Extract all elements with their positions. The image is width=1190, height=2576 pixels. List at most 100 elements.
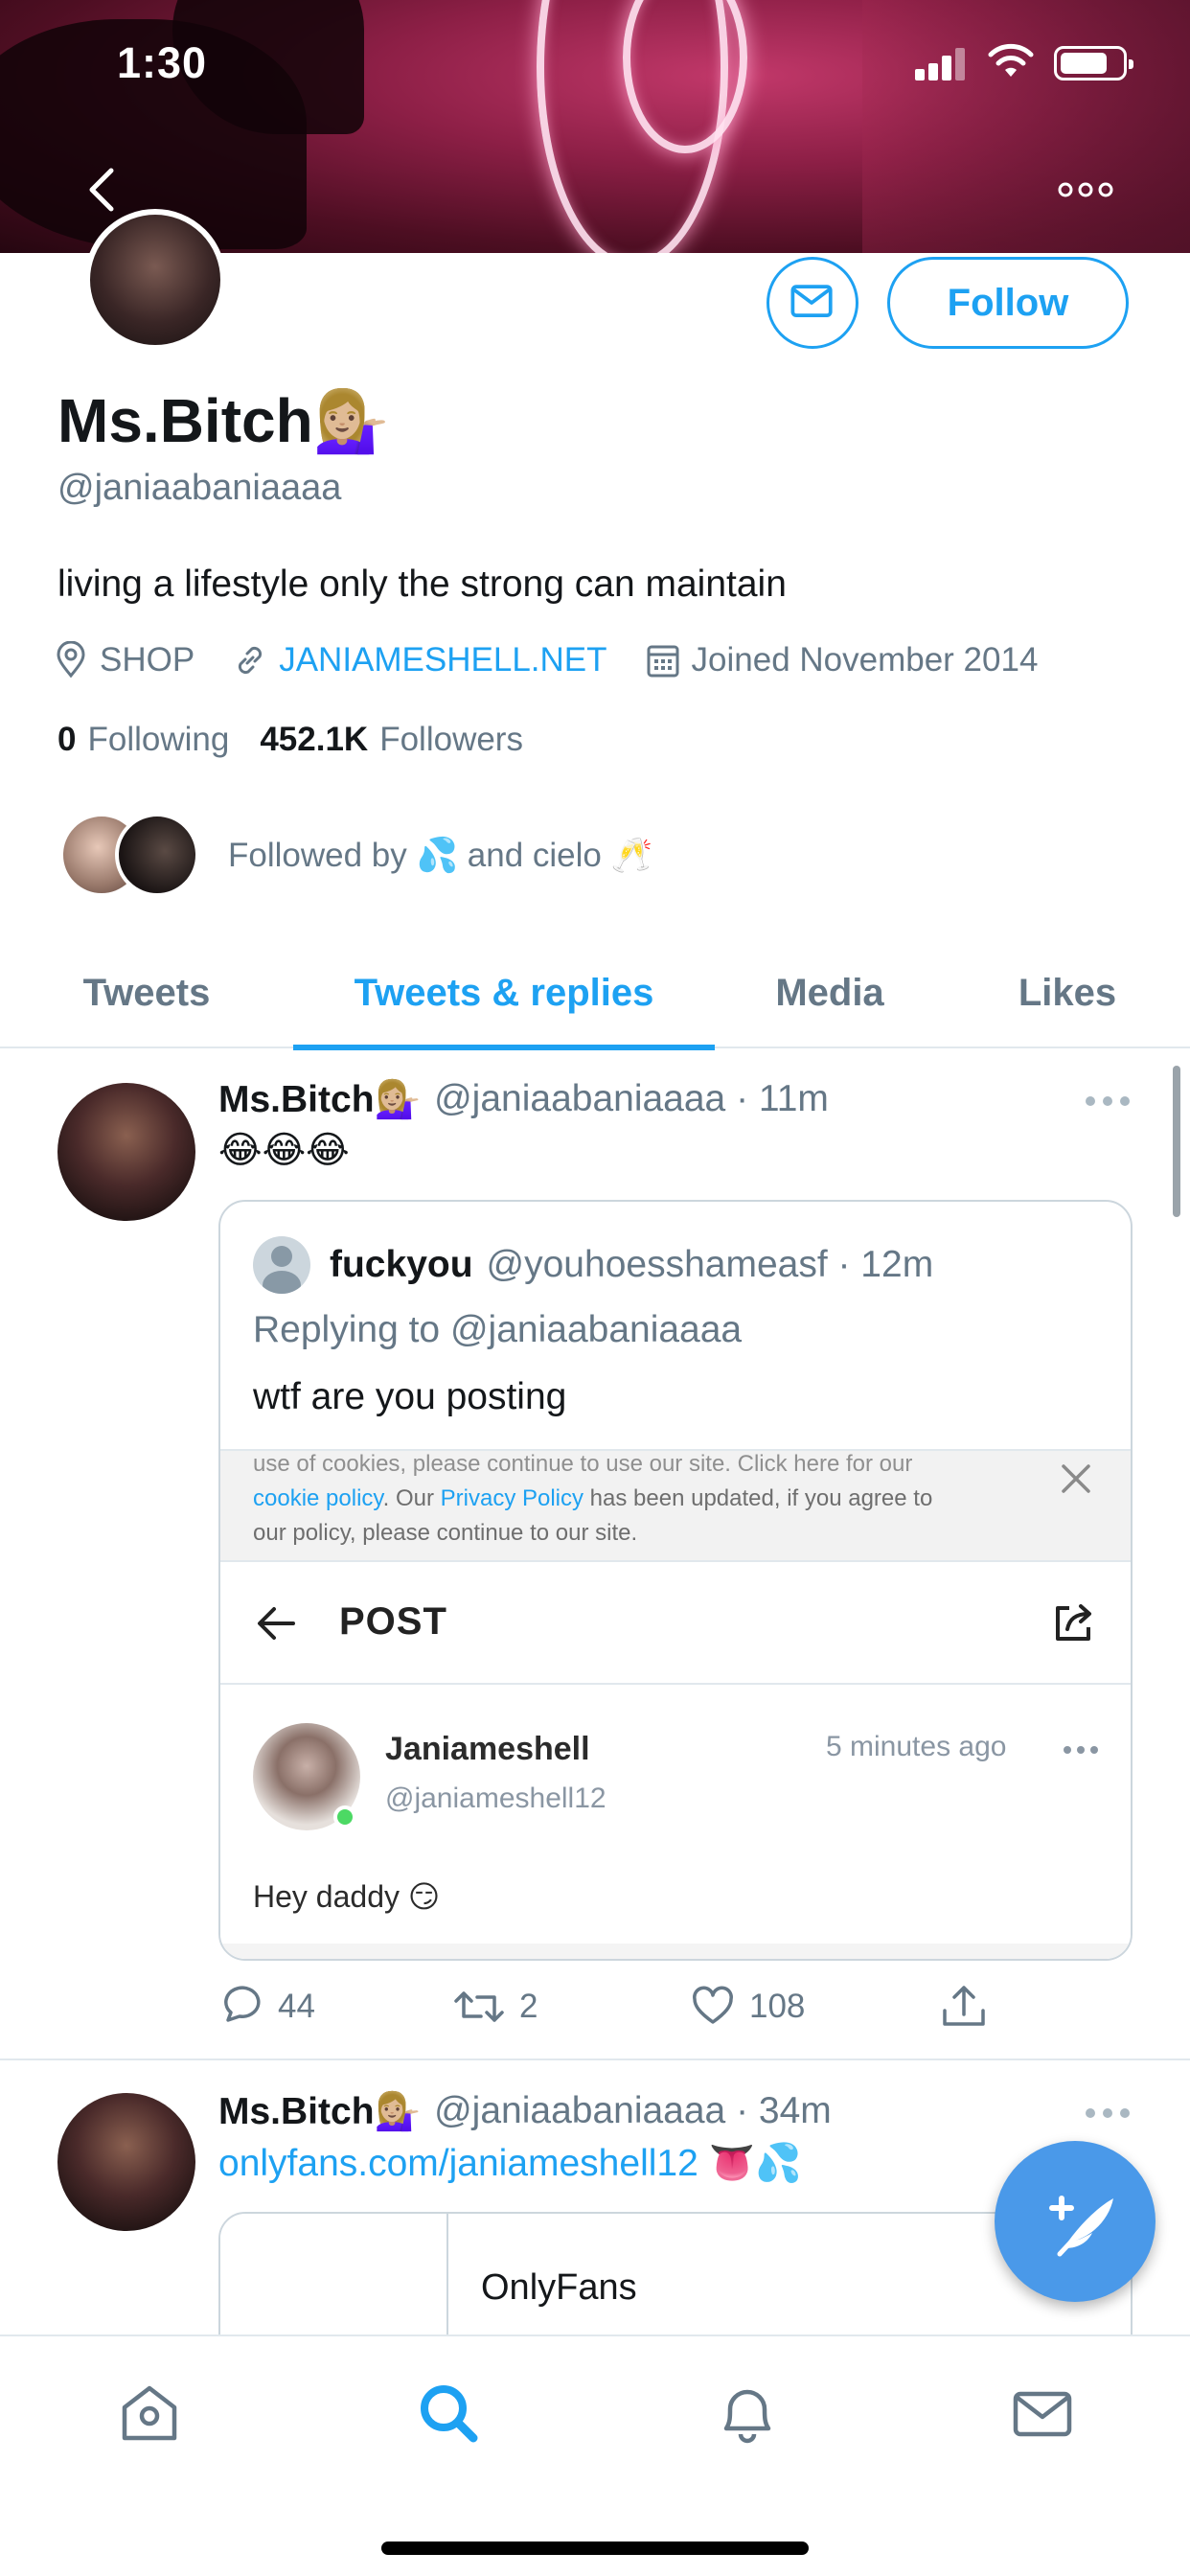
tweet-emoji: 👅💦: [698, 2143, 802, 2184]
like-icon: [693, 1986, 733, 2024]
close-icon: [1062, 1464, 1090, 1493]
quoted-tweet-header: fuckyou @youhoesshameasf · 12m: [253, 1236, 933, 1294]
profile-meta: SHOP JANIAMESHELL.NET Joined November 20…: [54, 638, 1076, 682]
cookie-line-1: use of cookies, please continue to use o…: [253, 1451, 913, 1477]
profile-joined: Joined November 2014: [646, 641, 1039, 679]
tweet-actions: 44 2 108: [218, 1978, 1042, 2036]
battery-icon: [1054, 46, 1133, 80]
tweet-more-icon[interactable]: [1083, 1087, 1133, 1116]
reply-count: 44: [278, 1988, 315, 2025]
screenshot-footer: [220, 1944, 1131, 1959]
compose-button[interactable]: [995, 2141, 1156, 2302]
replying-to: Replying to @janiaabaniaaaa: [253, 1309, 743, 1350]
tweet-text: 😂😂😂: [218, 1130, 350, 1171]
profile-location: SHOP: [54, 641, 195, 679]
signal-icon: [915, 46, 965, 80]
location-icon: [57, 641, 85, 678]
tweet-avatar[interactable]: [57, 1083, 195, 1221]
quoted-tweet-text: wtf are you posting: [253, 1376, 567, 1417]
share-button[interactable]: [939, 1982, 1002, 2032]
card-title: OnlyFans: [481, 2267, 637, 2308]
retweet-count: 2: [519, 1988, 538, 2025]
arrow-left-icon: [258, 1607, 295, 1640]
followers-number: 452.1K: [260, 721, 369, 758]
messages-icon[interactable]: [1004, 2375, 1081, 2451]
like-button[interactable]: 108: [690, 1984, 939, 2030]
tab-likes[interactable]: Likes: [945, 937, 1190, 1048]
following-label: Following: [87, 721, 230, 758]
tweet-header: Ms.Bitch💁🏼‍♀️ @janiaabaniaaaa · 34m: [218, 2089, 832, 2133]
quoted-handle-time: @youhoesshameasf · 12m: [486, 1244, 934, 1285]
default-avatar-icon: [253, 1236, 310, 1294]
cookie-line-2: cookie policy. Our Privacy Policy has be…: [253, 1482, 1000, 1516]
message-button[interactable]: [767, 257, 858, 349]
profile-handle: @janiaabaniaaaa: [57, 468, 342, 508]
tweet-text: onlyfans.com/janiameshell12 👅💦: [218, 2141, 802, 2185]
home-indicator[interactable]: [381, 2542, 809, 2555]
tweet-divider: [0, 2058, 1190, 2060]
follower-avatar: [115, 813, 199, 897]
tab-tweets[interactable]: Tweets: [0, 937, 293, 1048]
post-author-handle: @janiameshell12: [385, 1782, 606, 1814]
share-icon: [943, 1986, 985, 2026]
profile-tabs: Tweets Tweets & replies Media Likes: [0, 937, 1190, 1050]
post-header: POST: [220, 1562, 1131, 1685]
calendar-icon: [647, 645, 679, 678]
scroll-indicator[interactable]: [1173, 1066, 1180, 1217]
cookie-tail: has been updated, if you agree to: [584, 1485, 933, 1511]
wifi-icon: [988, 43, 1034, 77]
post-title: POST: [339, 1600, 447, 1643]
reply-icon: [224, 1986, 261, 2022]
more-icon: [1064, 1746, 1098, 1754]
reply-button[interactable]: 44: [218, 1984, 452, 2030]
profile-website[interactable]: JANIAMESHELL.NET: [233, 641, 607, 679]
tab-tweets-replies[interactable]: Tweets & replies: [293, 937, 715, 1050]
post-author-name: Janiameshell: [385, 1731, 590, 1767]
cookie-mid: . Our: [382, 1485, 441, 1511]
tweet-author-name: Ms.Bitch💁🏼‍♀️: [218, 2091, 422, 2132]
tweet-link[interactable]: onlyfans.com/janiameshell12: [218, 2143, 698, 2184]
privacy-policy-link: Privacy Policy: [440, 1485, 584, 1511]
post-text: Hey daddy 😏: [253, 1879, 441, 1914]
quoted-author-name: fuckyou: [330, 1244, 473, 1285]
share-out-icon: [1056, 1604, 1091, 1641]
back-icon[interactable]: [79, 163, 126, 217]
profile-counts: 0 Following 452.1K Followers: [57, 721, 554, 759]
tab-media[interactable]: Media: [715, 937, 945, 1048]
like-count: 108: [749, 1988, 806, 2025]
cookie-banner: use of cookies, please continue to use o…: [220, 1451, 1131, 1562]
mail-icon: [790, 285, 833, 317]
status-bar: 1:30: [0, 0, 1190, 125]
profile-bio: living a lifestyle only the strong can m…: [57, 564, 787, 605]
cookie-text: use of cookies, please continue to use o…: [253, 1451, 1000, 1551]
followed-by-text: Followed by 💦 and cielo 🥂: [228, 836, 653, 874]
followers-count[interactable]: 452.1K Followers: [260, 721, 523, 759]
following-number: 0: [57, 721, 77, 758]
bell-icon[interactable]: [709, 2375, 786, 2451]
link-icon: [239, 646, 263, 675]
tweet-author-name: Ms.Bitch💁🏼‍♀️: [218, 1079, 422, 1120]
compose-icon: [1049, 2196, 1113, 2257]
bottom-nav: [0, 2334, 1190, 2576]
tweet-more-icon[interactable]: [1083, 2099, 1133, 2128]
tweet-handle-time: @janiaabaniaaaa · 34m: [434, 2090, 832, 2131]
retweet-icon: [454, 1991, 504, 2022]
search-icon[interactable]: [410, 2375, 487, 2451]
quoted-tweet[interactable]: fuckyou @youhoesshameasf · 12m Replying …: [218, 1200, 1133, 1961]
more-icon[interactable]: [1054, 171, 1117, 209]
profile-joined-text: Joined November 2014: [691, 641, 1039, 678]
profile-display-name: Ms.Bitch💁🏼‍♀️: [57, 386, 390, 455]
followers-label: Followers: [379, 721, 523, 758]
online-indicator: [333, 1806, 356, 1828]
profile-avatar[interactable]: [84, 209, 226, 351]
status-time: 1:30: [117, 38, 208, 87]
retweet-button[interactable]: 2: [452, 1984, 690, 2030]
followed-by[interactable]: Followed by 💦 and cielo 🥂: [59, 813, 652, 897]
home-icon[interactable]: [111, 2375, 188, 2451]
tweet-avatar[interactable]: [57, 2093, 195, 2231]
follow-button[interactable]: Follow: [887, 257, 1129, 349]
cookie-policy-link: cookie policy: [253, 1485, 383, 1511]
attached-screenshot[interactable]: use of cookies, please continue to use o…: [220, 1449, 1131, 1959]
profile-website-link[interactable]: JANIAMESHELL.NET: [279, 641, 606, 679]
following-count[interactable]: 0 Following: [57, 721, 229, 759]
